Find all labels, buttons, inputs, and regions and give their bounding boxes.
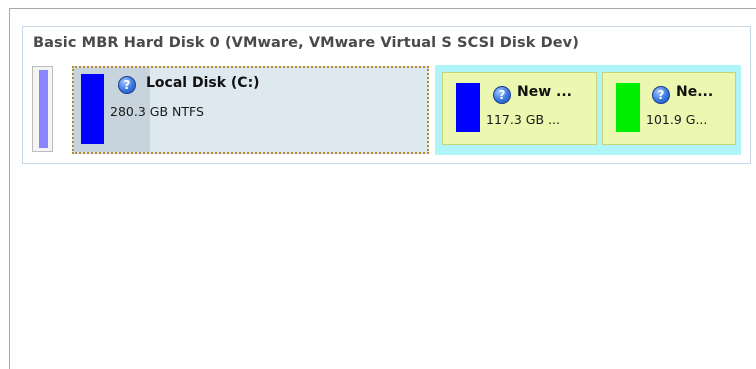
partition-size: 280.3 GB NTFS [110,104,204,119]
disk-title: Basic MBR Hard Disk 0 (VMware, VMware Vi… [33,35,579,51]
partition-name: Local Disk (C:) [146,75,260,91]
partition-size: 117.3 GB ... [486,112,560,127]
partition-name: New ... [517,84,572,100]
help-icon[interactable]: ? [118,76,136,94]
help-icon[interactable]: ? [493,86,511,104]
partition-type-bar [616,83,640,132]
partition-name: Ne... [676,84,714,100]
partition-type-bar [81,74,104,144]
partition-size: 101.9 G... [646,112,708,127]
partition-local-disk-c[interactable]: ? Local Disk (C:) 280.3 GB NTFS [72,66,429,154]
disk-usage-icon[interactable] [32,66,53,152]
disk-usage-fill [39,70,48,148]
help-icon[interactable]: ? [652,86,670,104]
partition-size-suffix: 3 GB NTFS [137,104,204,119]
extended-partition[interactable]: ? New ... 117.3 GB ... ? Ne... 101.9 G..… [435,65,741,155]
partition-type-bar [456,83,480,132]
partition-size-prefix: 280. [110,104,138,119]
partition-new-volume-2[interactable]: ? Ne... 101.9 G... [602,72,736,145]
partition-new-volume-1[interactable]: ? New ... 117.3 GB ... [442,72,597,145]
disk-panel[interactable]: Basic MBR Hard Disk 0 (VMware, VMware Vi… [22,26,751,164]
